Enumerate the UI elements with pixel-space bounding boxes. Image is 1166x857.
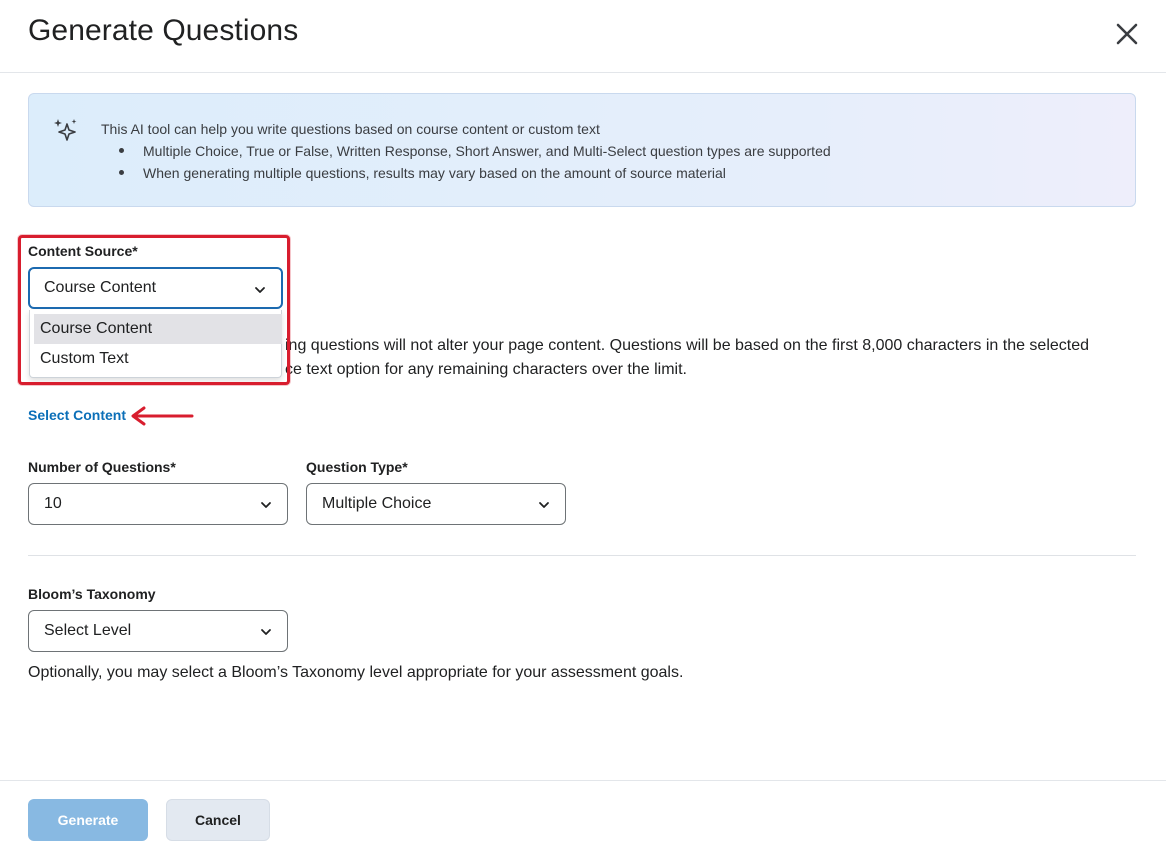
annotation-highlight-box xyxy=(18,235,290,385)
content-source-description-line2: ce text option for any remaining charact… xyxy=(285,361,687,378)
dialog-header: Generate Questions xyxy=(0,0,1166,73)
generate-button[interactable]: Generate xyxy=(28,799,148,841)
sparkle-icon xyxy=(54,119,77,141)
annotation-arrow-icon xyxy=(131,406,194,426)
info-panel: This AI tool can help you write question… xyxy=(28,93,1136,207)
number-of-questions-value: 10 xyxy=(44,495,62,512)
close-button[interactable] xyxy=(1110,17,1144,51)
number-of-questions-select[interactable]: 10 xyxy=(28,483,288,525)
info-bullet: When generating multiple questions, resu… xyxy=(119,165,831,187)
cancel-button[interactable]: Cancel xyxy=(166,799,270,841)
question-type-value: Multiple Choice xyxy=(322,495,432,512)
question-type-select[interactable]: Multiple Choice xyxy=(306,483,566,525)
number-of-questions-label: Number of Questions* xyxy=(28,459,176,475)
chevron-down-icon xyxy=(539,502,549,508)
blooms-taxonomy-help-text: Optionally, you may select a Bloom’s Tax… xyxy=(28,664,684,681)
info-bullet: Multiple Choice, True or False, Written … xyxy=(119,143,831,165)
chevron-down-icon xyxy=(261,502,271,508)
blooms-taxonomy-select[interactable]: Select Level xyxy=(28,610,288,652)
section-divider xyxy=(28,555,1136,556)
chevron-down-icon xyxy=(261,629,271,635)
close-icon xyxy=(1116,23,1138,45)
info-intro-text: This AI tool can help you write question… xyxy=(101,121,600,137)
content-source-description-line1: ing questions will not alter your page c… xyxy=(285,337,1090,354)
blooms-taxonomy-value: Select Level xyxy=(44,622,132,639)
select-content-link[interactable]: Select Content xyxy=(28,407,126,423)
blooms-taxonomy-label: Bloom’s Taxonomy xyxy=(28,586,156,602)
question-type-label: Question Type* xyxy=(306,459,408,475)
info-bullet-list: Multiple Choice, True or False, Written … xyxy=(119,143,831,187)
dialog-title: Generate Questions xyxy=(28,14,299,47)
